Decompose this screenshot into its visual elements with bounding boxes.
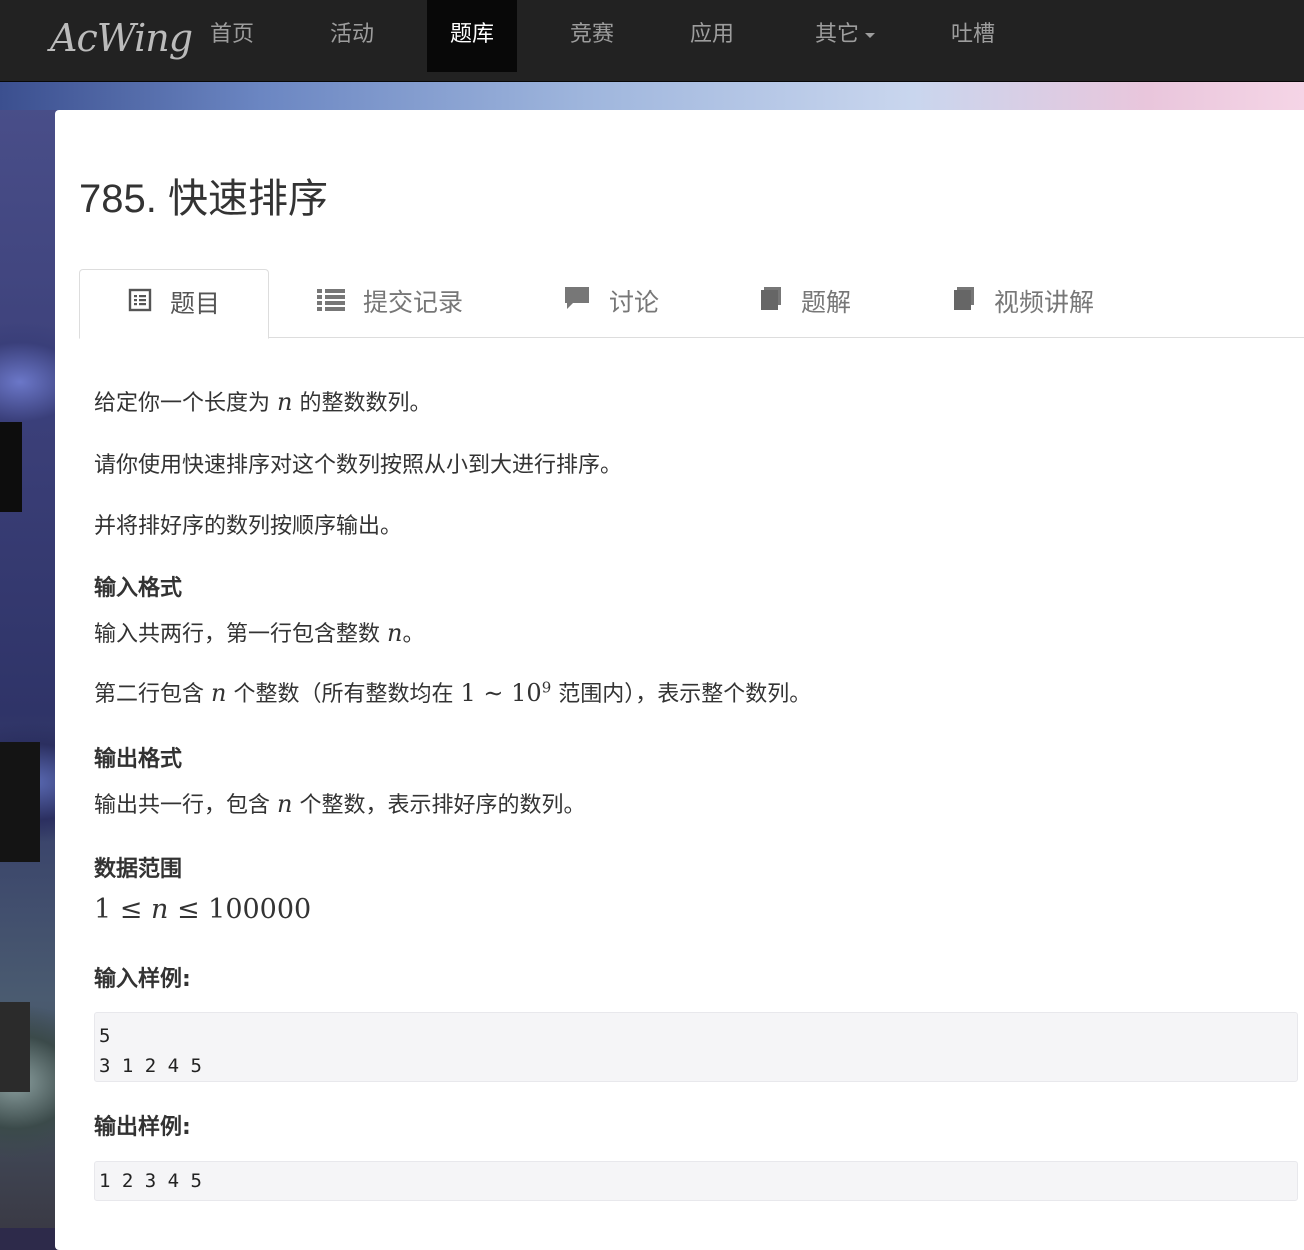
data-range-heading: 数据范围 — [94, 857, 183, 882]
tab-solutions-label: 题解 — [801, 288, 852, 317]
input-format-line: 第二行包含 n 个整数（所有整数均在 1 ∼ 109 范围内），表示整个数列。 — [94, 678, 812, 707]
tab-problem[interactable]: 题目 — [79, 269, 269, 339]
tab-discussion[interactable]: 讨论 — [563, 269, 659, 337]
tab-solutions[interactable]: 题解 — [759, 269, 851, 337]
desc-paragraph: 请你使用快速排序对这个数列按照从小到大进行排序。 — [94, 453, 623, 478]
problem-panel: 785. 快速排序 题目 提交记录 讨论 题解 视频讲解 给定你一个长度为 n … — [55, 110, 1304, 1250]
comment-icon — [563, 269, 591, 337]
nav-contests[interactable]: 竞赛 — [547, 0, 637, 72]
nav-apps[interactable]: 应用 — [667, 0, 757, 72]
caret-down-icon — [865, 32, 875, 38]
tab-video-label: 视频讲解 — [994, 288, 1095, 317]
data-range-formula: 1 ≤ n ≤ 100000 — [94, 894, 312, 925]
nav-more-label: 其它 — [814, 22, 859, 47]
problem-title: 785. 快速排序 — [79, 177, 328, 221]
book-icon — [952, 269, 976, 337]
tab-problem-label: 题目 — [169, 289, 220, 318]
list-icon — [317, 269, 345, 337]
desc-paragraph: 给定你一个长度为 n 的整数数列。 — [94, 388, 432, 416]
nav-more-dropdown[interactable]: 其它 — [790, 0, 900, 72]
tab-video[interactable]: 视频讲解 — [952, 269, 1094, 337]
nav-feedback[interactable]: 吐槽 — [928, 0, 1018, 72]
sample-output-block[interactable]: 1 2 3 4 5 — [94, 1161, 1298, 1201]
brand-logo[interactable]: AcWing — [50, 8, 193, 68]
sample-output-heading: 输出样例: — [94, 1115, 191, 1140]
top-navbar: AcWing 首页 活动 题库 竞赛 应用 其它 吐槽 — [0, 0, 1304, 82]
sample-input-block[interactable]: 5 3 1 2 4 5 — [94, 1012, 1298, 1082]
output-format-line: 输出共一行，包含 n 个整数，表示排好序的数列。 — [94, 790, 586, 818]
list-alt-icon — [128, 270, 152, 338]
tab-discussion-label: 讨论 — [609, 288, 660, 317]
input-format-line: 输入共两行，第一行包含整数 n。 — [94, 619, 425, 647]
output-format-heading: 输出格式 — [94, 747, 183, 772]
sample-input-heading: 输入样例: — [94, 967, 191, 992]
desc-paragraph: 并将排好序的数列按顺序输出。 — [94, 514, 403, 539]
book-icon — [759, 269, 783, 337]
nav-home[interactable]: 首页 — [187, 0, 277, 72]
tab-submissions-label: 提交记录 — [363, 288, 464, 317]
nav-activities[interactable]: 活动 — [307, 0, 397, 72]
tab-submissions[interactable]: 提交记录 — [317, 269, 463, 337]
problem-tabs: 题目 提交记录 讨论 题解 视频讲解 — [79, 269, 1304, 339]
nav-problemset[interactable]: 题库 — [427, 0, 517, 72]
input-format-heading: 输入格式 — [94, 576, 183, 601]
